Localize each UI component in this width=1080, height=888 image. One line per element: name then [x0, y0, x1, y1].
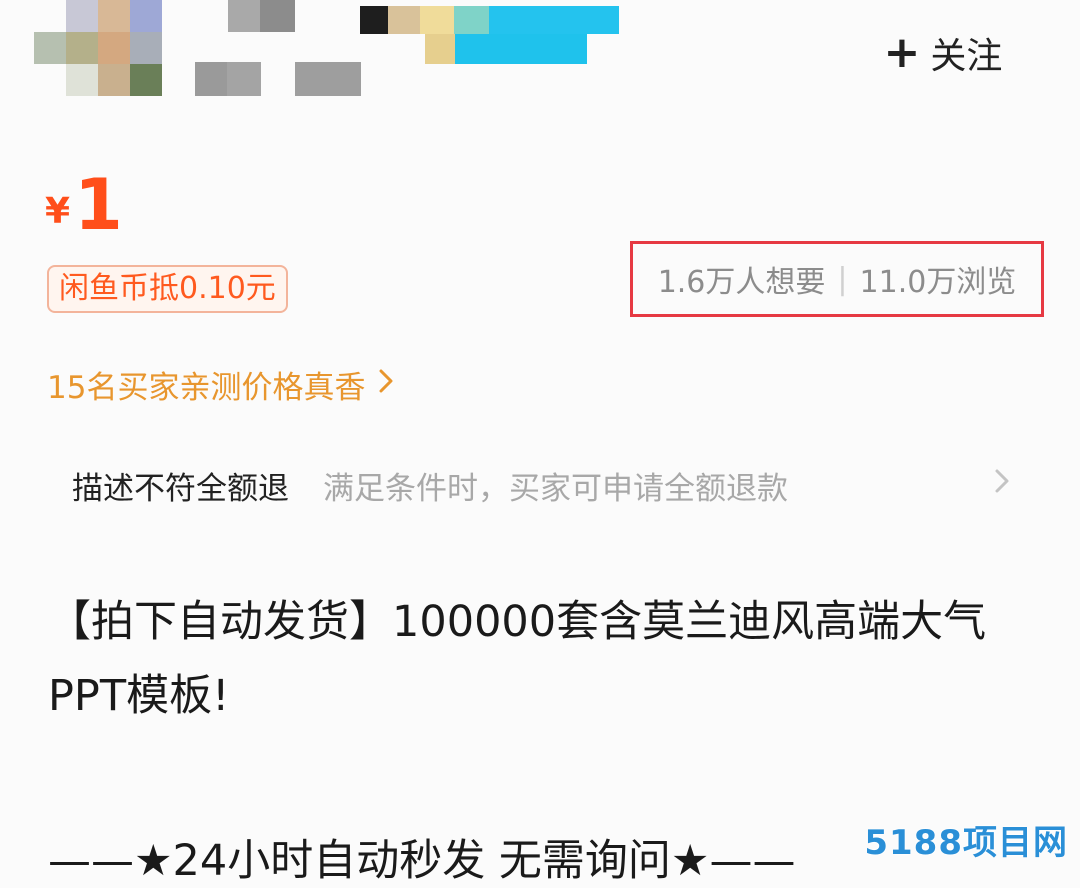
product-title: 【拍下自动发货】100000套含莫兰迪风高端大气PPT模板! — [48, 597, 987, 721]
product-description-line: ——★24小时自动秒发 无需询问★—— — [48, 836, 796, 886]
views-count: 11.0万浏览 — [859, 265, 1017, 300]
avatar[interactable] — [30, 0, 165, 98]
username — [195, 0, 625, 98]
buyers-review-text: 15名买家亲测价格真香 — [47, 370, 366, 406]
guarantee-title: 描述不符全额退 — [72, 470, 289, 507]
stats-separator: | — [837, 261, 848, 297]
follow-label: 关注 — [930, 36, 1003, 77]
guarantee-desc: 满足条件时，买家可申请全额退款 — [323, 470, 788, 507]
watermark: 5188项目网 — [864, 823, 1068, 863]
plus-icon: + — [883, 27, 921, 78]
chevron-right-icon — [377, 366, 395, 404]
currency-symbol: ¥ — [45, 191, 71, 232]
stats-highlight-box: 1.6万人想要 | 11.0万浏览 — [630, 241, 1044, 317]
price-amount: 1 — [74, 164, 123, 246]
buyers-review-link[interactable]: 15名买家亲测价格真香 — [47, 362, 395, 407]
follow-button[interactable]: + 关注 — [858, 18, 1028, 88]
price: ¥ 1 — [45, 170, 123, 240]
refund-guarantee-row[interactable]: 描述不符全额退 满足条件时，买家可申请全额退款 — [72, 462, 1032, 508]
wants-count: 1.6万人想要 — [657, 265, 826, 300]
coin-discount-badge: 闲鱼币抵0.10元 — [47, 265, 288, 313]
chevron-right-icon — [992, 465, 1012, 506]
